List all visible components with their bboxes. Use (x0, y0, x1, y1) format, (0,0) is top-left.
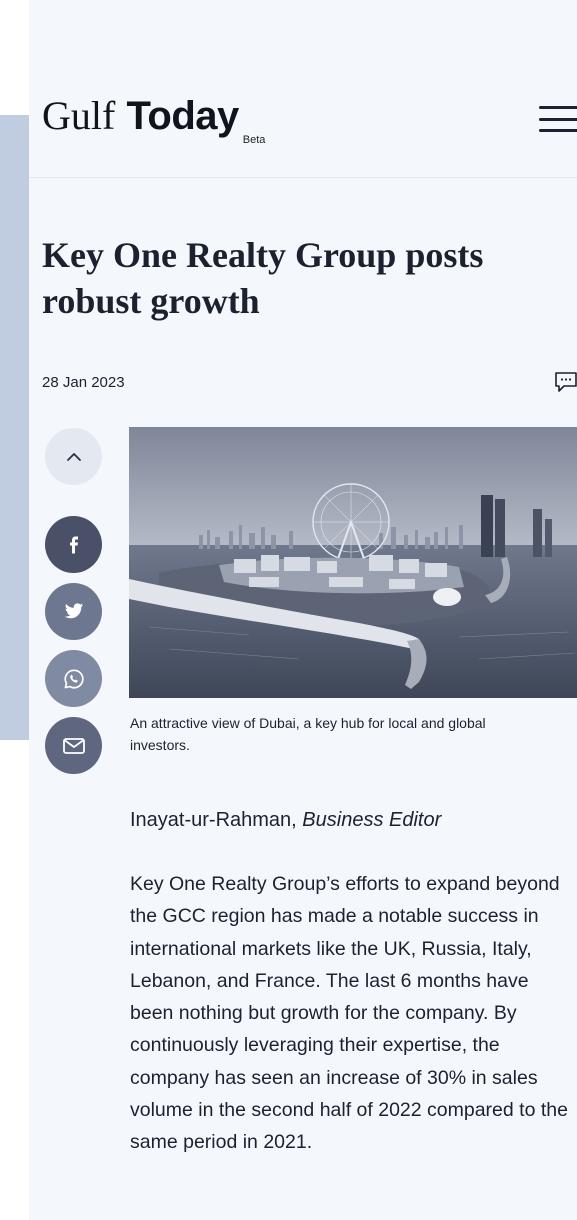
menu-bar (539, 106, 577, 109)
comment-icon[interactable] (554, 371, 577, 393)
share-twitter-button[interactable] (45, 583, 102, 640)
dubai-aerial-photo (129, 427, 577, 698)
logo-gulf-text: Gulf (42, 93, 116, 138)
article-body-paragraph: Key One Realty Group’s efforts to expand… (130, 873, 568, 1154)
site-header: Gulf TodayBeta (29, 0, 577, 178)
share-whatsapp-button[interactable] (45, 650, 102, 707)
hamburger-menu-icon[interactable] (539, 106, 577, 132)
article-byline: Inayat-ur-Rahman, Business Editor (130, 809, 441, 832)
share-facebook-button[interactable] (45, 516, 102, 573)
chevron-up-icon (66, 452, 81, 461)
author-name: Inayat-ur-Rahman, (130, 809, 303, 831)
logo-today-text: Today (126, 94, 239, 138)
twitter-icon (64, 603, 83, 619)
caption-line-1: An attractive view of Dubai, a key hub f… (130, 715, 486, 731)
menu-bar (539, 117, 577, 121)
site-logo[interactable]: Gulf TodayBeta (42, 94, 265, 162)
side-overlay-panel (0, 115, 29, 740)
article-hero-image (129, 427, 577, 698)
article-date: 28 Jan 2023 (42, 374, 125, 391)
caption-line-2: investors. (130, 737, 190, 753)
share-email-button[interactable] (45, 717, 102, 774)
author-role: Business Editor (302, 809, 442, 831)
article-title: Key One Realty Group posts robust growth (42, 235, 484, 321)
image-caption: An attractive view of Dubai, a key hub f… (130, 712, 577, 756)
whatsapp-icon (63, 668, 84, 689)
menu-bar (539, 129, 577, 132)
beta-badge: Beta (242, 134, 266, 146)
scroll-up-button[interactable] (45, 428, 102, 485)
facebook-icon (69, 536, 78, 553)
mail-icon (62, 737, 85, 754)
article-page: Gulf TodayBeta Key One Realty Group post… (29, 0, 577, 1220)
